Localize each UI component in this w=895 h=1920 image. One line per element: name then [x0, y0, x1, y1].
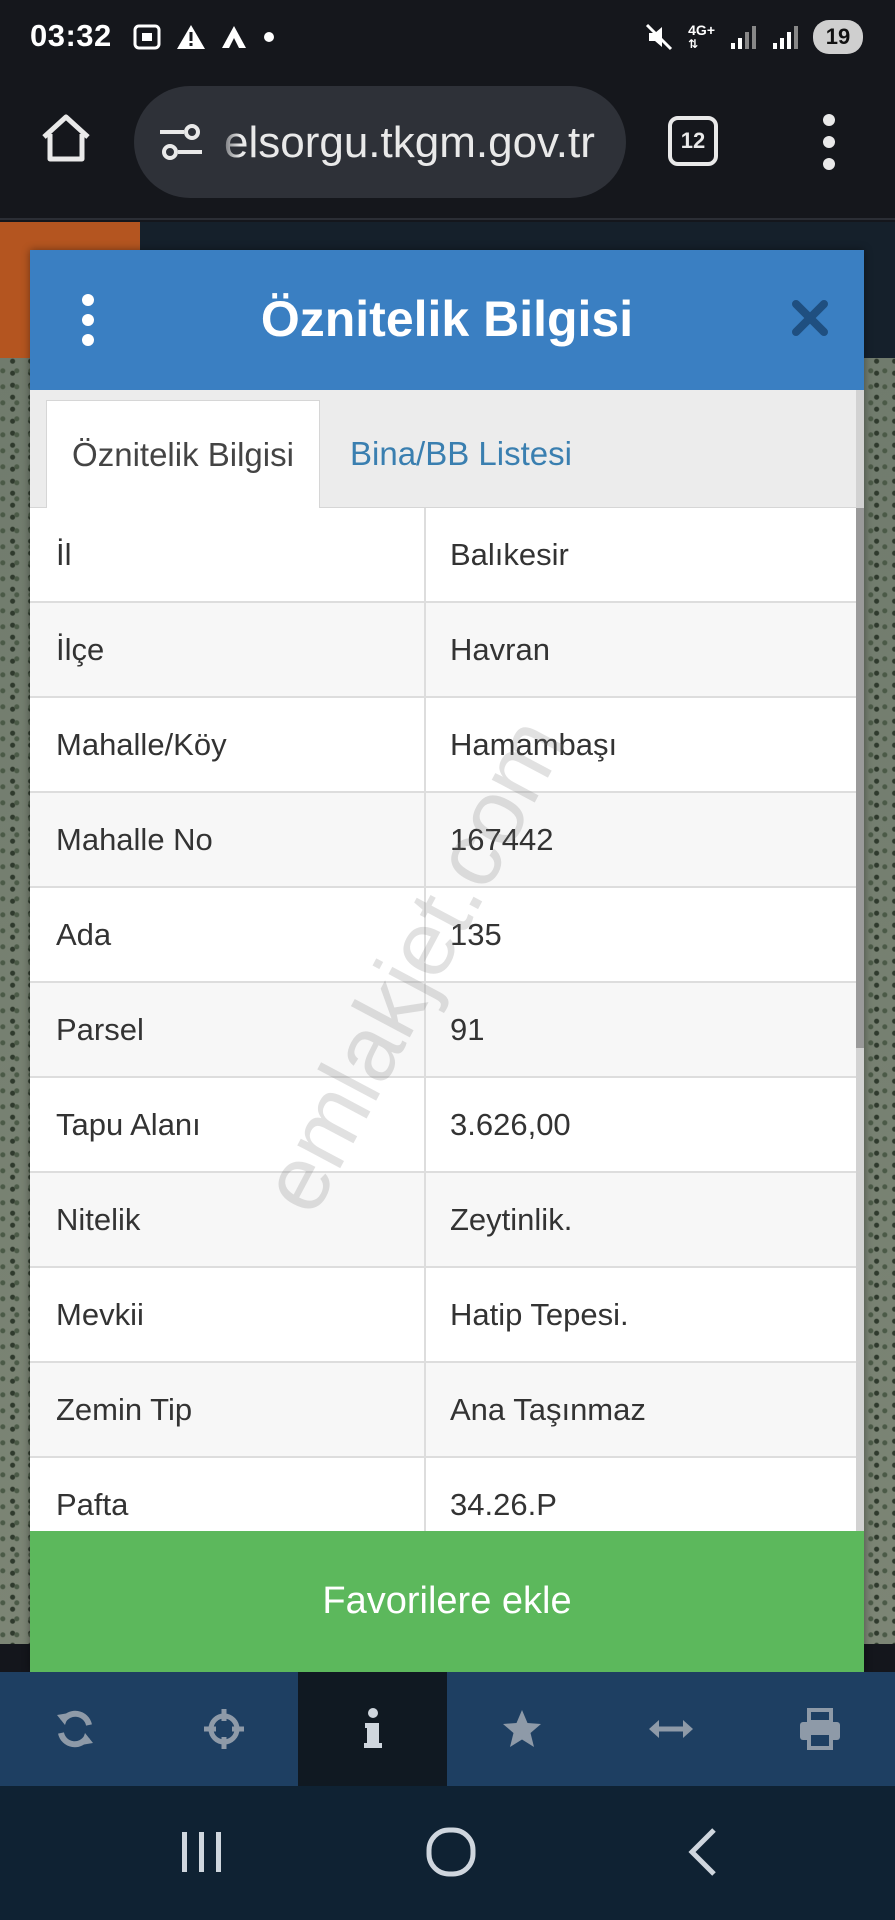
warning-icon [177, 25, 205, 49]
table-row: Ada 135 [30, 888, 856, 983]
battery-indicator: 19 [813, 20, 863, 54]
row-label: Tapu Alanı [30, 1078, 426, 1171]
add-favorite-button[interactable]: Favorilere ekle [30, 1531, 864, 1672]
map-toolbar [0, 1672, 895, 1786]
more-vert-icon[interactable] [814, 114, 844, 170]
system-nav-bar [0, 1786, 895, 1920]
app-a-icon [222, 26, 246, 48]
screenshot-icon [133, 24, 161, 50]
4g-signal-icon: 4G+ ⇅ [688, 22, 715, 51]
table-row: Nitelik Zeytinlik. [30, 1173, 856, 1268]
row-label: Nitelik [30, 1173, 426, 1266]
home-circle-icon[interactable] [421, 1822, 481, 1882]
row-label: İlçe [30, 603, 426, 696]
refresh-button[interactable] [0, 1672, 149, 1786]
row-value: Balıkesir [450, 536, 569, 572]
tab-building-list[interactable]: Bina/BB Listesi [350, 400, 572, 508]
attribute-dialog: Öznitelik Bilgisi Öznitelik Bilgisi Bina… [30, 250, 864, 1750]
refresh-icon [56, 1710, 93, 1748]
dialog-title: Öznitelik Bilgisi [260, 291, 634, 347]
status-time: 03:32 [30, 18, 112, 53]
dialog-tabs: Öznitelik Bilgisi Bina/BB Listesi [30, 390, 856, 509]
back-icon[interactable] [674, 1822, 734, 1882]
table-row: Zemin Tip Ana Taşınmaz [30, 1363, 856, 1458]
table-scrollbar-thumb[interactable] [856, 508, 864, 1048]
row-label: Parsel [30, 983, 426, 1076]
measure-icon [648, 1720, 693, 1738]
star-icon [502, 1710, 541, 1747]
row-value: 167442 [450, 821, 554, 857]
print-icon [799, 1708, 840, 1750]
row-label: Zemin Tip [30, 1363, 426, 1456]
url-fade [214, 86, 240, 198]
row-value: Havran [450, 631, 550, 667]
tab-switcher-icon[interactable]: 12 [668, 116, 718, 166]
row-value: Hatip Tepesi. [450, 1296, 629, 1332]
row-label: Mevkii [30, 1268, 426, 1361]
row-value: 135 [450, 916, 502, 952]
table-row: Mevkii Hatip Tepesi. [30, 1268, 856, 1363]
close-icon[interactable] [790, 298, 830, 338]
table-row: Mahalle/Köy Hamambaşı [30, 698, 856, 793]
table-row: Parsel 91 [30, 983, 856, 1078]
row-label: İl [30, 508, 426, 601]
row-value: Hamambaşı [450, 726, 618, 762]
row-label: Ada [30, 888, 426, 981]
signal-icon [731, 26, 756, 49]
tab-attribute-info[interactable]: Öznitelik Bilgisi [46, 400, 320, 509]
browser-toolbar: elsorgu.tkgm.gov.tr 12 [0, 80, 895, 220]
recent-apps-icon[interactable] [172, 1822, 232, 1882]
row-value: Ana Taşınmaz [450, 1391, 646, 1427]
url-text: elsorgu.tkgm.gov.tr [224, 118, 595, 167]
table-row: Mahalle No 167442 [30, 793, 856, 888]
locate-button[interactable] [149, 1672, 298, 1786]
table-row: İl Balıkesir [30, 508, 856, 603]
info-button[interactable] [298, 1672, 447, 1786]
signal-icon [773, 26, 798, 49]
row-label: Mahalle No [30, 793, 426, 886]
site-settings-icon[interactable] [158, 120, 204, 164]
row-value: 91 [450, 1011, 485, 1047]
address-bar[interactable]: elsorgu.tkgm.gov.tr [134, 86, 626, 198]
row-value: Zeytinlik. [450, 1201, 573, 1237]
network-type: 4G+ [688, 22, 715, 38]
dialog-header: Öznitelik Bilgisi [30, 250, 864, 390]
dot-icon [264, 32, 274, 42]
status-bar: 03:32 4G+ ⇅ 19 [0, 0, 895, 80]
home-icon[interactable] [38, 110, 94, 166]
mute-icon [646, 23, 673, 51]
table-row: İlçe Havran [30, 603, 856, 698]
table-row: Tapu Alanı 3.626,00 [30, 1078, 856, 1173]
row-label: Mahalle/Köy [30, 698, 426, 791]
measure-button[interactable] [596, 1672, 745, 1786]
status-left-icons [132, 22, 276, 52]
info-icon [363, 1708, 382, 1748]
crosshair-icon [203, 1709, 244, 1749]
favorites-button[interactable] [447, 1672, 596, 1786]
row-value: 3.626,00 [450, 1106, 571, 1142]
print-button[interactable] [745, 1672, 894, 1786]
status-right-icons: 4G+ ⇅ 19 [644, 20, 863, 54]
